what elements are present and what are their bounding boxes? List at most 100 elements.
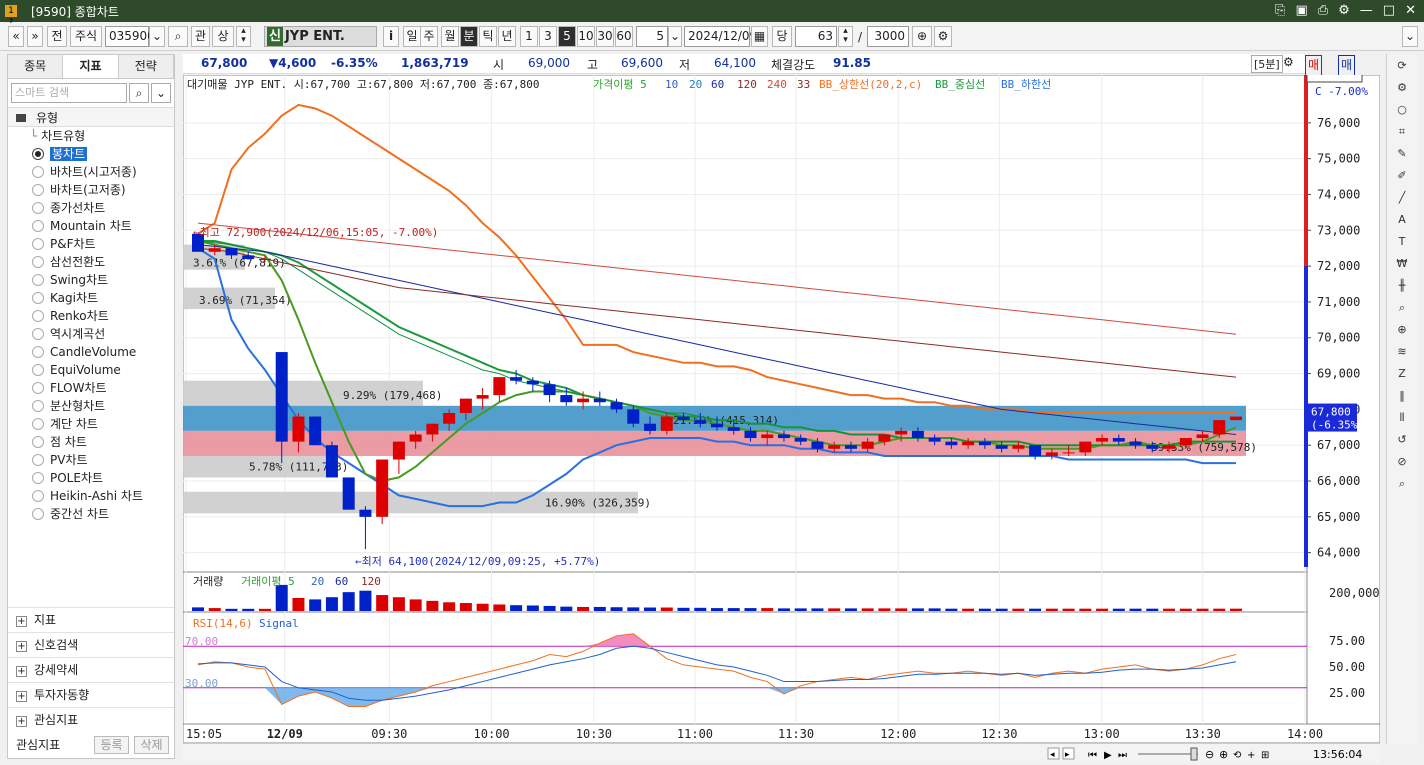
minute-button-30[interactable]: 30 — [596, 26, 614, 47]
delete-button[interactable]: 삭제 — [134, 736, 169, 754]
minimize-icon[interactable]: — — [1360, 3, 1373, 18]
expand-icon[interactable]: + — [16, 616, 27, 627]
period-button-0[interactable]: 일 — [403, 26, 421, 47]
chart-type-item[interactable]: P&F차트 — [8, 235, 174, 253]
pen-icon[interactable]: ✐ — [1391, 166, 1413, 186]
type-group-header[interactable]: 유형 — [8, 107, 174, 127]
tool-icon[interactable]: ✎ — [1391, 144, 1413, 164]
chart-type-item[interactable]: 계단 차트 — [8, 415, 174, 433]
fib-icon[interactable]: ≋ — [1391, 342, 1413, 362]
settings-icon[interactable]: ⚙ — [1391, 78, 1413, 98]
radio-icon[interactable] — [32, 202, 44, 214]
count-spinner-icon[interactable]: ▴ ▾ — [838, 26, 853, 47]
radio-icon[interactable] — [32, 346, 44, 358]
settings-gear-icon[interactable]: ⚙ — [1338, 3, 1350, 18]
rsi-panel[interactable] — [183, 611, 1308, 725]
chart-type-item[interactable]: Kagi차트 — [8, 289, 174, 307]
radio-icon[interactable] — [32, 292, 44, 304]
price-icon[interactable]: ₩ — [1391, 254, 1413, 274]
search-dropdown-icon[interactable]: ⌄ — [151, 83, 171, 103]
print-icon[interactable]: ⎙ — [1318, 3, 1328, 18]
zoom-out-icon[interactable]: ⊖ — [1205, 748, 1214, 761]
chart-icon[interactable]: ⌗ — [1391, 122, 1413, 142]
count-input[interactable]: 63 — [795, 26, 837, 47]
zigzag-icon[interactable]: Z — [1391, 364, 1413, 384]
sang-button[interactable]: 상 — [212, 26, 234, 47]
info-button[interactable]: i — [383, 26, 399, 47]
crosshair-icon[interactable]: + — [1247, 750, 1255, 761]
chart-type-item[interactable]: PV차트 — [8, 451, 174, 469]
calendar-icon[interactable]: ▦ — [751, 26, 768, 47]
period-button-1[interactable]: 주 — [420, 26, 438, 47]
toolbar-gear-icon[interactable]: ⚙ — [934, 26, 952, 47]
stock-code-input[interactable]: 035900 — [105, 26, 155, 47]
period-button-4[interactable]: 틱 — [479, 26, 497, 47]
zoom-icon[interactable]: ⌕ — [1391, 298, 1413, 318]
chart-type-item[interactable]: 분산형차트 — [8, 397, 174, 415]
register-button[interactable]: 등록 — [94, 736, 129, 754]
play-icon[interactable]: ▶ — [1104, 750, 1112, 761]
radio-icon[interactable] — [32, 490, 44, 502]
first-page-icon[interactable]: ⏮ — [1088, 750, 1097, 761]
period-button-2[interactable]: 월 — [441, 26, 459, 47]
zoom-slider-handle[interactable] — [1190, 747, 1198, 761]
stock-type-button[interactable]: 주식 — [70, 26, 102, 47]
chart-type-item[interactable]: Swing차트 — [8, 271, 174, 289]
radio-icon[interactable] — [32, 274, 44, 286]
split-icon[interactable]: ⊞ — [1261, 750, 1269, 761]
code-dropdown-icon[interactable]: ⌄ — [149, 26, 165, 47]
whole-market-button[interactable]: 전 — [47, 26, 67, 47]
zoom-in-icon[interactable]: ⊕ — [912, 26, 932, 47]
radio-icon[interactable] — [32, 184, 44, 196]
link-icon[interactable]: ⎘ — [1275, 3, 1285, 18]
clear-icon[interactable]: ⊘ — [1391, 452, 1413, 472]
gwan-button[interactable]: 관 — [191, 26, 210, 47]
radio-icon[interactable] — [32, 472, 44, 484]
grid-icon[interactable]: ⦀ — [1391, 408, 1413, 428]
close-icon[interactable]: ✕ — [1405, 3, 1416, 18]
radio-icon[interactable] — [32, 310, 44, 322]
period-button-5[interactable]: 년 — [498, 26, 516, 47]
toolbar-menu-icon[interactable]: ⌄ — [1402, 26, 1418, 47]
chart-type-item[interactable]: Mountain 차트 — [8, 217, 174, 235]
smart-search-input[interactable]: 스마트 검색 — [11, 83, 127, 103]
auto-icon[interactable]: A — [1391, 210, 1413, 230]
dang-button[interactable]: 당 — [772, 26, 792, 47]
radio-icon[interactable] — [32, 400, 44, 412]
chart-type-item[interactable]: POLE차트 — [8, 469, 174, 487]
minute-button-1[interactable]: 1 — [520, 26, 538, 47]
copy-icon[interactable]: ▣ — [1295, 3, 1307, 18]
search-icon[interactable]: ⌕ — [168, 26, 188, 47]
radio-icon[interactable] — [32, 454, 44, 466]
radio-icon[interactable] — [32, 238, 44, 250]
expand-icon[interactable]: + — [16, 666, 27, 677]
radio-icon[interactable] — [32, 220, 44, 232]
text-icon[interactable]: T — [1391, 232, 1413, 252]
line-icon[interactable]: ╱ — [1391, 188, 1413, 208]
expand-icon[interactable]: + — [16, 716, 27, 727]
next-stock-button[interactable]: » — [27, 26, 43, 47]
chart-type-item[interactable]: EquiVolume — [8, 361, 174, 379]
bars-icon[interactable]: ‖ — [1391, 386, 1413, 406]
prev-stock-button[interactable]: « — [8, 26, 24, 47]
minute-button-3[interactable]: 3 — [539, 26, 557, 47]
chart-type-item[interactable]: 중간선 차트 — [8, 505, 174, 523]
interval-dropdown-icon[interactable]: ⌄ — [668, 26, 682, 47]
bottom-group-1[interactable]: + 신호검색 — [8, 632, 174, 657]
interval-input[interactable]: 5 — [636, 26, 668, 47]
chart-type-item[interactable]: 역시계곡선 — [8, 325, 174, 343]
minute-button-60[interactable]: 60 — [615, 26, 633, 47]
radio-icon[interactable] — [32, 364, 44, 376]
maximize-icon[interactable]: □ — [1383, 3, 1395, 18]
search-icon[interactable]: ⌕ — [1391, 474, 1413, 494]
expand-icon[interactable]: + — [16, 691, 27, 702]
chart-type-item[interactable]: 봉차트 — [8, 145, 174, 163]
last-page-icon[interactable]: ⏭ — [1118, 750, 1127, 761]
radio-icon[interactable] — [32, 148, 44, 160]
radio-icon[interactable] — [32, 418, 44, 430]
chart-type-item[interactable]: 삼선전환도 — [8, 253, 174, 271]
radio-icon[interactable] — [32, 328, 44, 340]
date-input[interactable]: 2024/12/09 — [684, 26, 757, 47]
bottom-group-2[interactable]: + 강세약세 — [8, 657, 174, 682]
radio-icon[interactable] — [32, 256, 44, 268]
